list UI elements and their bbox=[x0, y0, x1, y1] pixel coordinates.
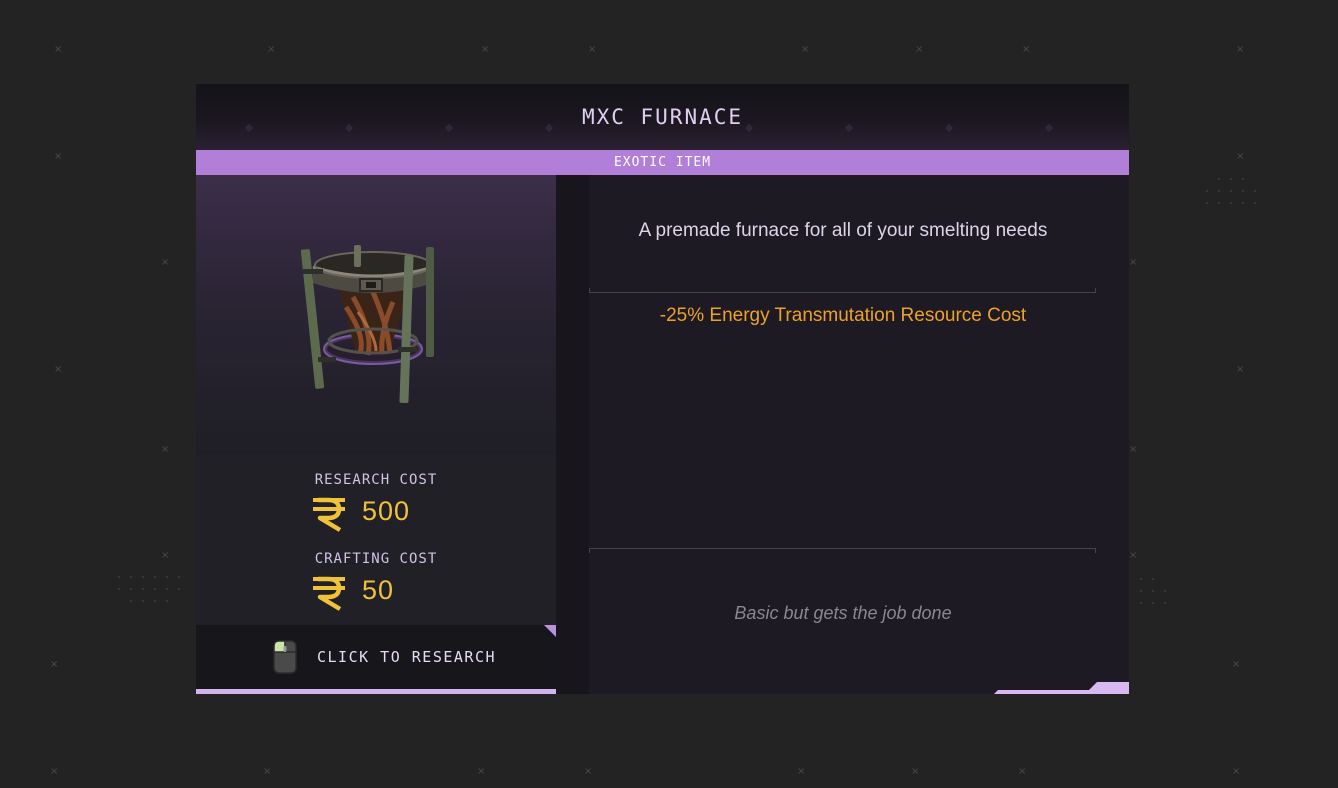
item-details-panel: A premade furnace for all of your smelti… bbox=[556, 175, 1129, 694]
crafting-cost-value: 50 bbox=[362, 575, 395, 605]
rarity-label: EXOTIC ITEM bbox=[613, 155, 712, 170]
item-card: MXC FURNACE EXOTIC ITEM RESEARCH COST 50… bbox=[196, 84, 1129, 694]
item-description: A premade furnace for all of your smelti… bbox=[638, 220, 1048, 241]
crafting-cost-row: 50 bbox=[196, 571, 556, 611]
furnace-image bbox=[300, 245, 434, 404]
item-stat-modifier: -25% Energy Transmutation Resource Cost bbox=[659, 305, 1027, 326]
item-title: MXC FURNACE bbox=[581, 105, 744, 129]
panel-corner-decor bbox=[994, 682, 1129, 694]
divider-tick bbox=[589, 288, 590, 293]
details-side-strip bbox=[556, 175, 589, 694]
research-cost-row: 500 bbox=[196, 492, 556, 532]
research-cost-value: 500 bbox=[362, 496, 411, 526]
item-flavor-text: Basic but gets the job done bbox=[734, 603, 952, 623]
button-corner-decor bbox=[544, 625, 556, 637]
divider bbox=[589, 292, 1096, 293]
research-button-label: CLICK TO RESEARCH bbox=[317, 648, 497, 666]
divider-tick bbox=[1095, 288, 1096, 293]
item-image-panel bbox=[196, 175, 556, 455]
click-to-research-button[interactable]: CLICK TO RESEARCH bbox=[196, 625, 556, 689]
left-bottom-bar bbox=[196, 689, 556, 694]
crafting-cost-label: CRAFTING COST bbox=[314, 551, 438, 567]
rarity-banner: EXOTIC ITEM bbox=[196, 150, 1129, 175]
research-cost-label: RESEARCH COST bbox=[314, 472, 438, 488]
divider-tick bbox=[589, 548, 590, 553]
item-header: MXC FURNACE bbox=[196, 84, 1129, 150]
item-left-panel: RESEARCH COST 500 CRAFTING COST 50 CLICK… bbox=[196, 175, 556, 694]
rupee-currency-icon bbox=[313, 497, 345, 532]
rupee-currency-icon bbox=[313, 576, 345, 611]
mouse-left-click-icon bbox=[273, 640, 297, 674]
divider-tick bbox=[1095, 548, 1096, 553]
divider bbox=[589, 548, 1096, 549]
